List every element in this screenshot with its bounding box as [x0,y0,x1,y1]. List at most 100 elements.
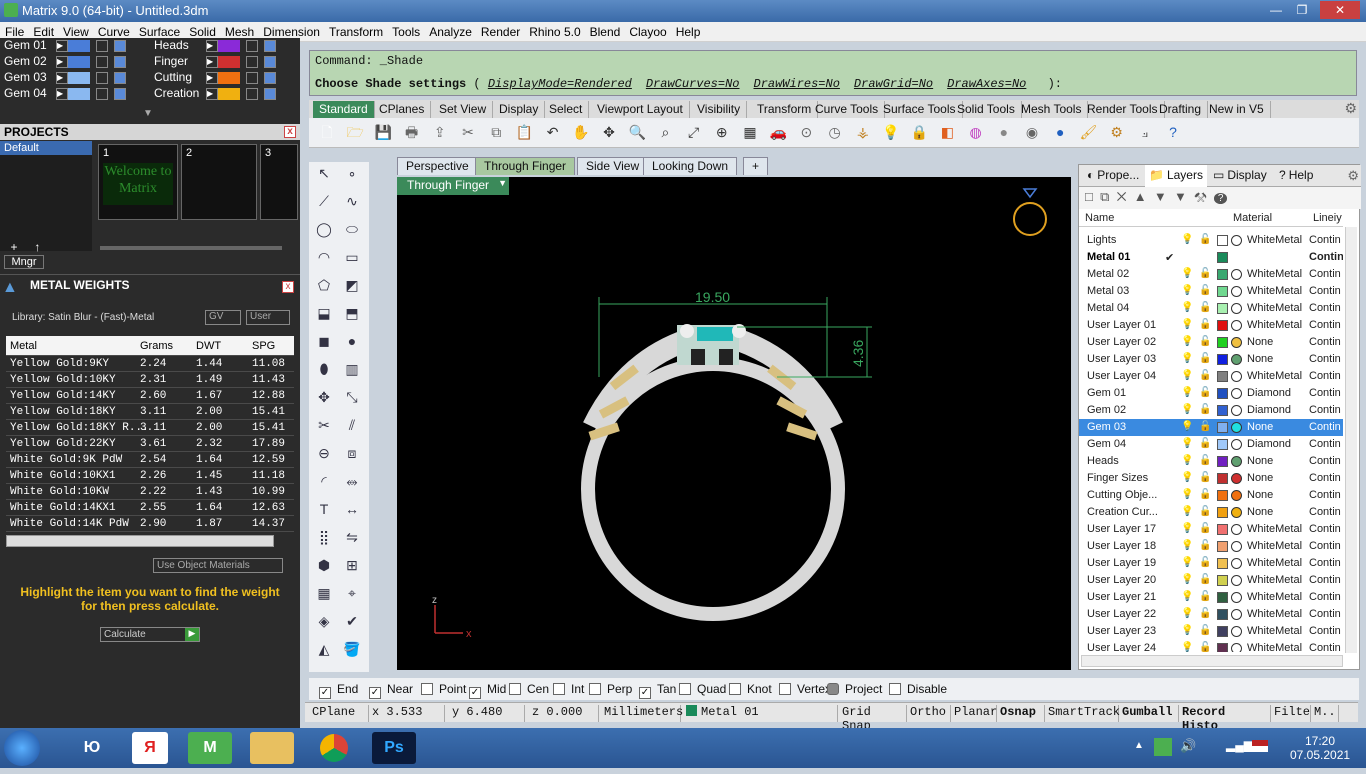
menu-render[interactable]: Render [476,22,524,39]
layer-color-swatch[interactable] [1217,320,1228,331]
unlock-icon[interactable]: 🔓 [1199,285,1211,296]
visibility-icon[interactable] [114,88,126,100]
osnap-checkbox[interactable]: ✓ [639,687,651,699]
bulb-icon[interactable]: 💡 [1181,608,1193,619]
car-icon[interactable]: 🚗 [768,122,788,142]
rotate-view-icon[interactable]: ✥ [599,122,619,142]
move-down-icon[interactable]: ▼ [1154,189,1167,204]
layer-row[interactable]: User Layer 02 💡 🔓 None Contin [1079,334,1343,351]
tray-app-icon[interactable] [1154,738,1172,756]
pan-icon[interactable]: ✋ [571,122,591,142]
volume-icon[interactable]: 🔊 [1180,738,1196,754]
layer-row[interactable]: Metal 03 💡 🔓 WhiteMetal Contin [1079,283,1343,300]
osnap-cen[interactable]: Cen [509,682,549,696]
cplane-label[interactable]: CPlane [309,705,369,722]
layer-row[interactable]: User Layer 21 💡 🔓 WhiteMetal Contin [1079,589,1343,606]
table-row[interactable]: White Gold:14KX1 2.55 1.64 12.63 [6,500,294,516]
sphere-render-icon[interactable]: ◉ [1022,122,1042,142]
panel-tab-display[interactable]: ▭ Display [1209,165,1271,187]
layer-color-swatch[interactable] [1217,371,1228,382]
command-area[interactable]: Command: _Shade Choose Shade settings ( … [309,50,1357,96]
status-planar[interactable]: Planar [951,705,997,722]
arc-icon[interactable]: ◠ [313,246,335,268]
lock-icon[interactable] [246,88,258,100]
clock[interactable]: 17:20 07.05.2021 [1290,734,1350,762]
osnap-checkbox[interactable] [553,683,565,695]
material-swatch[interactable] [1231,473,1242,484]
help-icon[interactable]: ? [1213,193,1228,204]
curve-icon[interactable]: ∿ [341,190,363,212]
visibility-icon[interactable] [264,72,276,84]
bulb-icon[interactable]: 💡 [1181,421,1193,432]
layer-color-swatch[interactable] [1217,388,1228,399]
quick-layer-row[interactable]: Gem 04 ▶ [0,86,146,102]
gears-icon[interactable]: ⚙ [1107,122,1127,142]
material-swatch[interactable] [1231,286,1242,297]
table-row[interactable]: Yellow Gold:14KY 2.60 1.67 12.88 [6,388,294,404]
render-icon[interactable]: ◈ [313,610,335,632]
rectangle-icon[interactable]: ▭ [341,246,363,268]
osnap-checkbox[interactable] [889,683,901,695]
analyze-icon[interactable]: ⌖ [341,582,363,604]
layer-color-swatch[interactable] [1217,626,1228,637]
unlock-icon[interactable]: 🔓 [1199,370,1211,381]
osnap-disable[interactable]: Disable [889,682,947,696]
unlock-icon[interactable]: 🔓 [1199,574,1211,585]
osnap-checkbox[interactable] [779,683,791,695]
table-row[interactable]: Yellow Gold:9KY 2.24 1.44 11.08 [6,356,294,372]
expand-icon[interactable]: ▶ [206,88,218,100]
quick-layer-row[interactable]: Finger ▶ [150,54,296,70]
offset-icon[interactable]: ⥈ [341,470,363,492]
menu-solid[interactable]: Solid [184,22,220,39]
tab-render-tools[interactable]: Render Tools [1081,101,1165,118]
matrix-app-icon[interactable]: M [188,732,232,764]
menu-help[interactable]: Help [671,22,705,39]
table-row[interactable]: Yellow Gold:18KY 3.11 2.00 15.41 [6,404,294,420]
help-icon[interactable]: ? [1163,122,1183,142]
layer-color-swatch[interactable] [1217,235,1228,246]
unlock-icon[interactable]: 🔓 [1199,336,1211,347]
col-name[interactable]: Name [1085,212,1114,224]
hierarchy-icon[interactable]: ⚶ [853,122,873,142]
layer-color-swatch[interactable] [1217,337,1228,348]
open-icon[interactable]: 🗁 [345,122,365,142]
array-icon[interactable]: ⣿ [313,526,335,548]
paste-icon[interactable]: 📋 [514,122,534,142]
osnap-checkbox[interactable] [729,683,741,695]
table-row[interactable]: White Gold:10KX1 2.26 1.45 11.18 [6,468,294,484]
tools-icon[interactable]: ⚒ [1194,189,1207,204]
material-swatch[interactable] [1231,626,1242,637]
quick-layer-row[interactable]: Gem 01 ▶ [0,38,146,54]
zoom-icon[interactable]: 🔍 [627,122,647,142]
unlock-icon[interactable]: 🔓 [1199,642,1211,652]
language-flag-icon[interactable]: EN [1252,740,1268,752]
up-arrow-icon[interactable]: ↑ [27,240,47,254]
blue-sphere-icon[interactable]: ● [1050,122,1070,142]
scale-icon[interactable]: ⤡ [341,386,363,408]
box-icon[interactable]: ◼ [313,330,335,352]
bulb-icon[interactable]: 💡 [1181,387,1193,398]
unlock-icon[interactable]: 🔓 [1199,472,1211,483]
layer-color-swatch[interactable] [218,72,240,84]
bulb-icon[interactable]: 💡 [1181,523,1193,534]
osnap-tan[interactable]: ✓ Tan [639,682,676,699]
new-layer-icon[interactable]: □ [1085,189,1093,204]
tab-drafting[interactable]: Drafting [1153,101,1209,118]
polygon-icon[interactable]: ⬠ [313,274,335,296]
layer-row[interactable]: Gem 01 💡 🔓 Diamond Contin [1079,385,1343,402]
unlock-icon[interactable]: 🔓 [1199,302,1211,313]
layer-row[interactable]: User Layer 01 💡 🔓 WhiteMetal Contin [1079,317,1343,334]
bulb-icon[interactable]: 💡 [1181,557,1193,568]
material-swatch[interactable] [1231,558,1242,569]
layer-color-swatch[interactable] [218,88,240,100]
visibility-icon[interactable] [114,56,126,68]
material-swatch[interactable] [1231,422,1242,433]
status-gumball[interactable]: Gumball [1119,705,1179,722]
layer-color-swatch[interactable] [68,72,90,84]
panel-tab-prope[interactable]: ◐ Prope... [1083,165,1143,187]
menu-clayoo[interactable]: Clayoo [624,22,670,39]
osnap-checkbox[interactable]: ✓ [319,687,331,699]
command-option[interactable]: DrawGrid=No [854,77,933,91]
v-scrollbar[interactable] [1345,227,1357,653]
menu-dimension[interactable]: Dimension [258,22,324,39]
